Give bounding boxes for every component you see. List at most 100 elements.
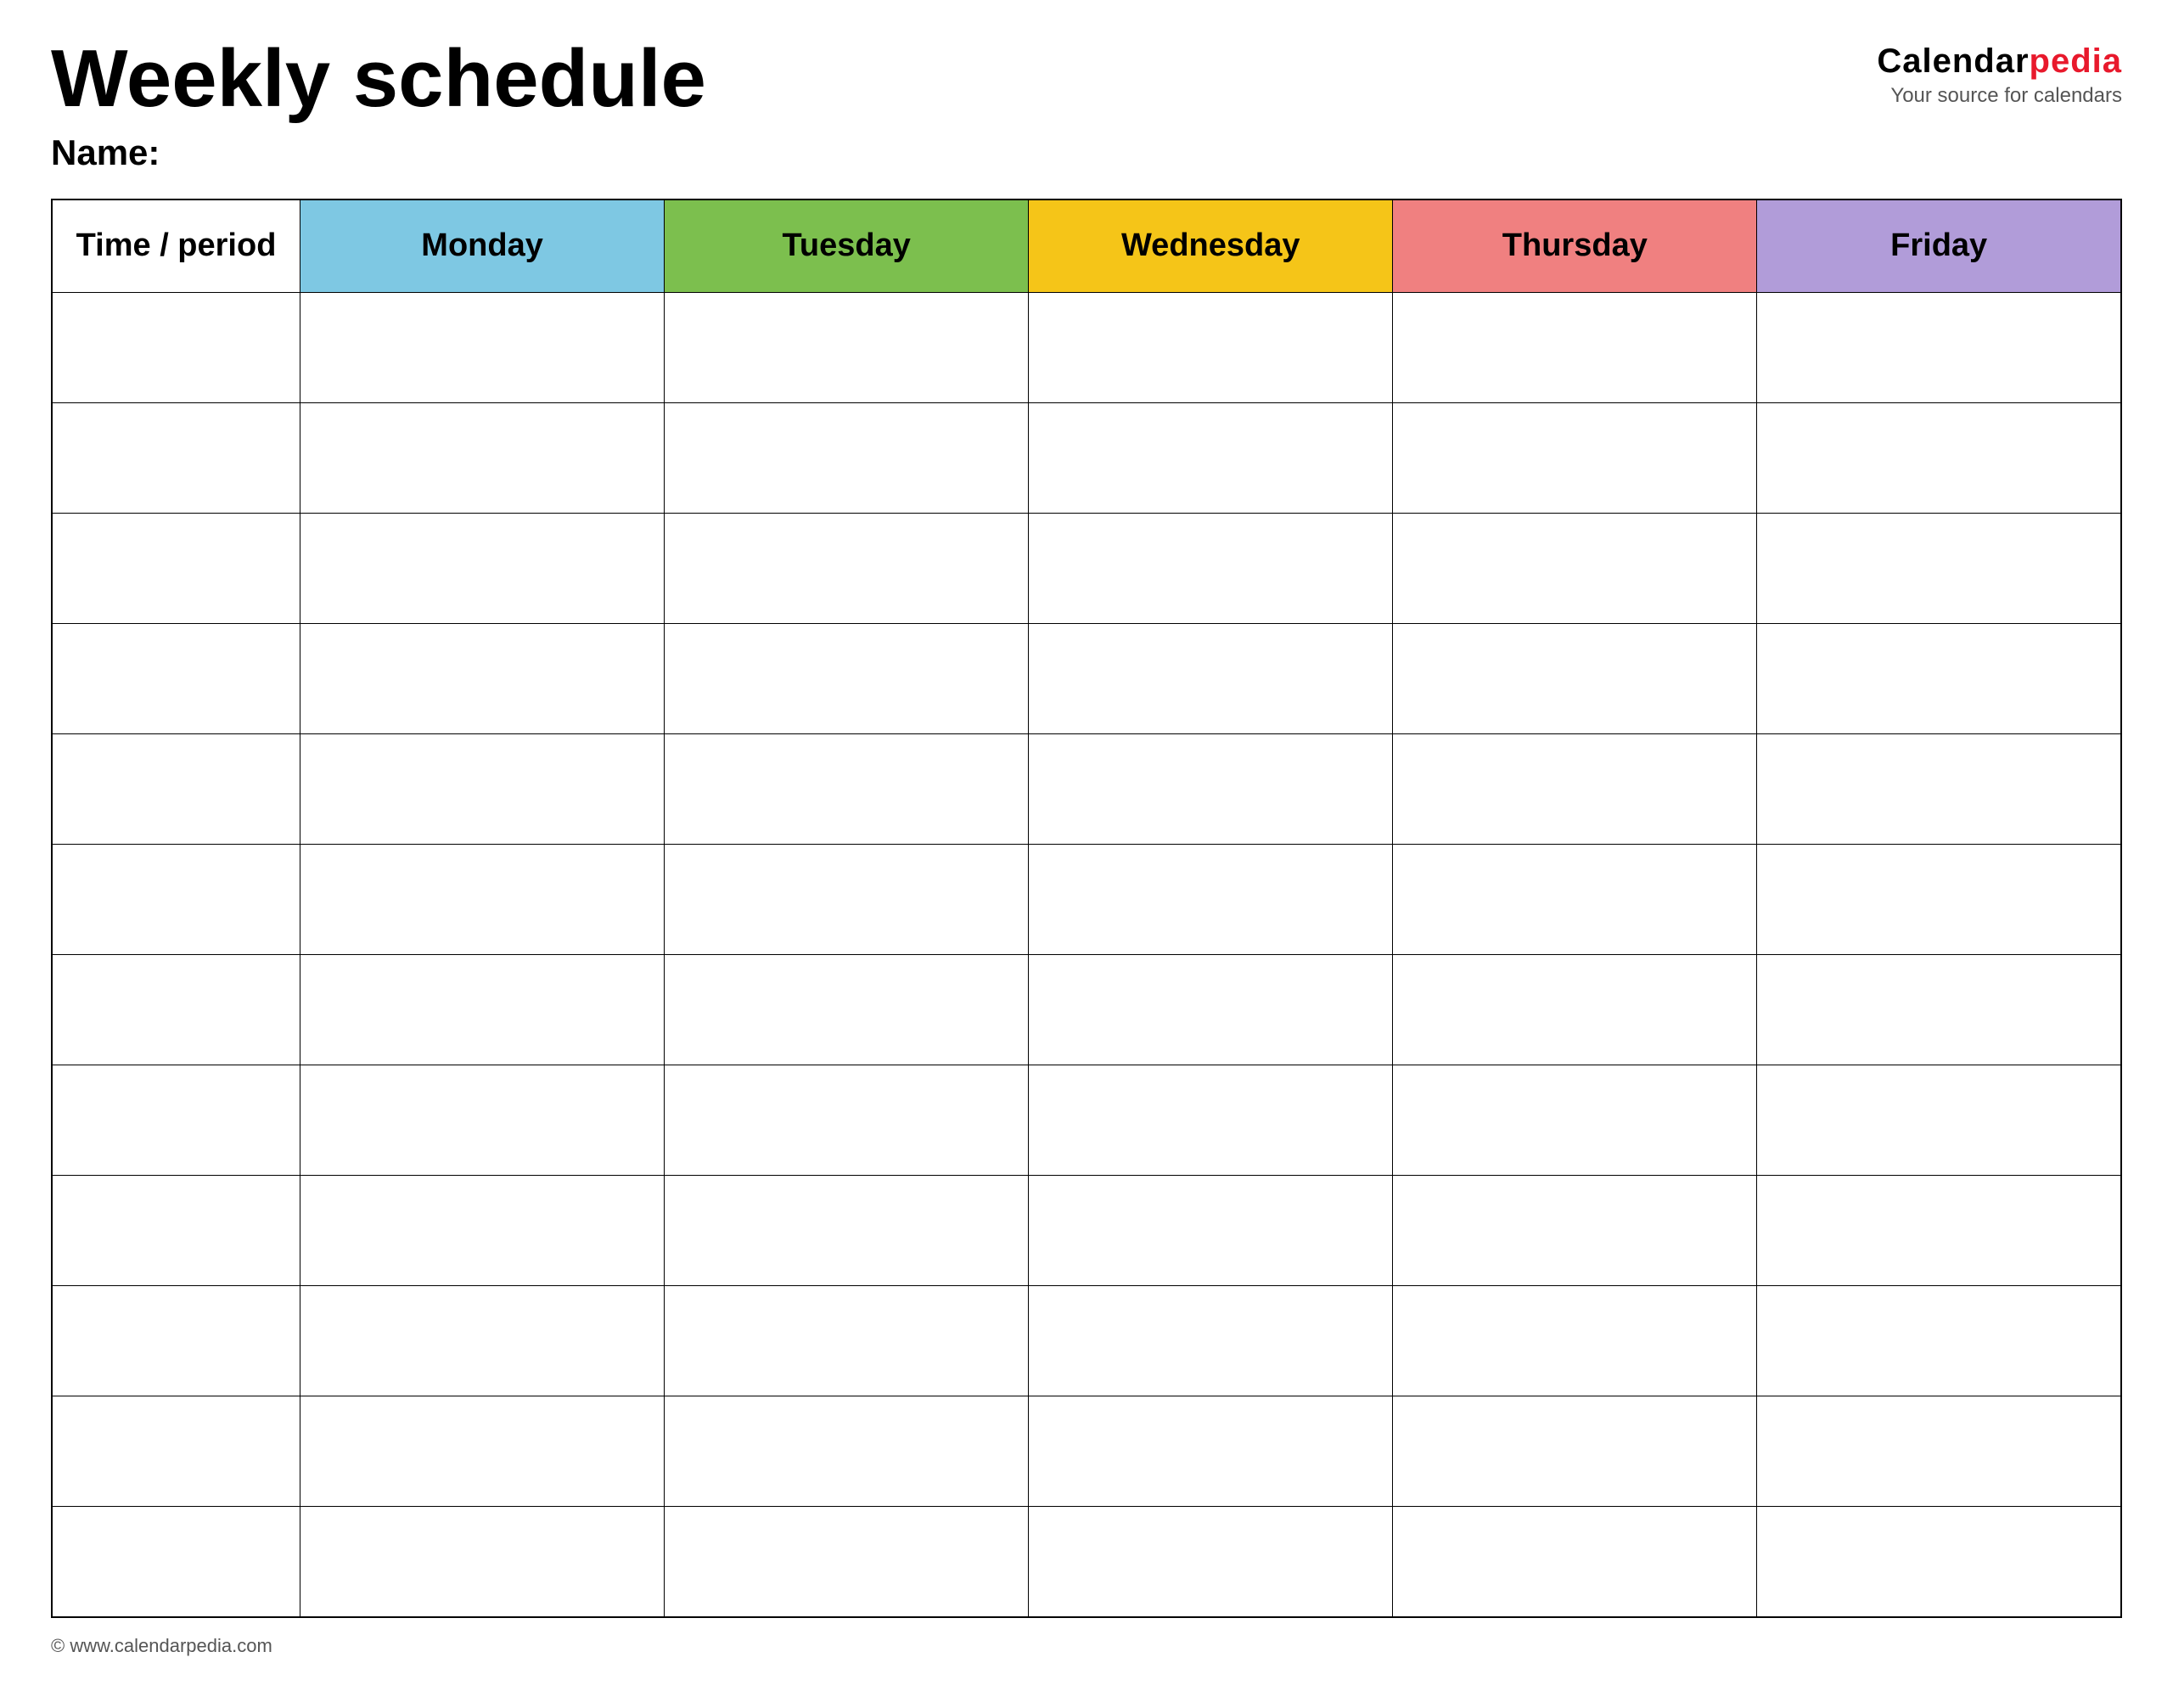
table-row [52, 1507, 2121, 1617]
schedule-cell[interactable] [1029, 1507, 1393, 1617]
time-period-cell[interactable] [52, 845, 300, 955]
schedule-cell[interactable] [300, 514, 665, 624]
time-period-cell[interactable] [52, 514, 300, 624]
schedule-cell[interactable] [300, 1286, 665, 1396]
schedule-cell[interactable] [1757, 1396, 2121, 1507]
schedule-cell[interactable] [1029, 403, 1393, 514]
schedule-cell[interactable] [1393, 514, 1757, 624]
schedule-cell[interactable] [1029, 1065, 1393, 1176]
schedule-cell[interactable] [1757, 403, 2121, 514]
schedule-cell[interactable] [1757, 845, 2121, 955]
time-period-cell[interactable] [52, 1507, 300, 1617]
time-period-cell[interactable] [52, 624, 300, 734]
schedule-cell[interactable] [1757, 734, 2121, 845]
schedule-cell[interactable] [665, 955, 1029, 1065]
table-row [52, 1286, 2121, 1396]
schedule-cell[interactable] [300, 845, 665, 955]
schedule-cell[interactable] [1757, 1507, 2121, 1617]
col-header-monday: Monday [300, 199, 665, 293]
schedule-cell[interactable] [1393, 1396, 1757, 1507]
col-header-time: Time / period [52, 199, 300, 293]
logo-section: Calendarpedia Your source for calendars [1877, 42, 2122, 108]
schedule-cell[interactable] [1029, 1286, 1393, 1396]
schedule-table: Time / period Monday Tuesday Wednesday T… [51, 199, 2122, 1618]
schedule-cell[interactable] [1393, 293, 1757, 403]
table-row [52, 293, 2121, 403]
schedule-cell[interactable] [1757, 624, 2121, 734]
schedule-cell[interactable] [300, 293, 665, 403]
logo-text: Calendarpedia [1877, 42, 2122, 81]
schedule-cell[interactable] [1393, 734, 1757, 845]
schedule-cell[interactable] [300, 1507, 665, 1617]
footer-url: © www.calendarpedia.com [51, 1635, 272, 1656]
schedule-cell[interactable] [665, 734, 1029, 845]
time-period-cell[interactable] [52, 293, 300, 403]
schedule-cell[interactable] [665, 1286, 1029, 1396]
table-row [52, 514, 2121, 624]
name-label: Name: [51, 132, 706, 173]
schedule-cell[interactable] [1029, 845, 1393, 955]
schedule-cell[interactable] [665, 514, 1029, 624]
header-area: Weekly schedule Name: Calendarpedia Your… [51, 34, 2122, 173]
col-header-wednesday: Wednesday [1029, 199, 1393, 293]
schedule-body [52, 293, 2121, 1617]
schedule-cell[interactable] [300, 1176, 665, 1286]
col-header-friday: Friday [1757, 199, 2121, 293]
schedule-cell[interactable] [1393, 845, 1757, 955]
schedule-cell[interactable] [1029, 734, 1393, 845]
time-period-cell[interactable] [52, 734, 300, 845]
schedule-cell[interactable] [1393, 1286, 1757, 1396]
time-period-cell[interactable] [52, 1286, 300, 1396]
schedule-cell[interactable] [300, 955, 665, 1065]
schedule-cell[interactable] [1393, 624, 1757, 734]
schedule-cell[interactable] [1393, 955, 1757, 1065]
schedule-cell[interactable] [665, 403, 1029, 514]
schedule-cell[interactable] [300, 734, 665, 845]
schedule-cell[interactable] [665, 1507, 1029, 1617]
table-row [52, 955, 2121, 1065]
footer-area: © www.calendarpedia.com [51, 1635, 2122, 1657]
page-container: Weekly schedule Name: Calendarpedia Your… [51, 34, 2122, 1674]
schedule-cell[interactable] [665, 624, 1029, 734]
schedule-cell[interactable] [665, 845, 1029, 955]
schedule-cell[interactable] [300, 1396, 665, 1507]
schedule-cell[interactable] [300, 1065, 665, 1176]
col-header-thursday: Thursday [1393, 199, 1757, 293]
schedule-cell[interactable] [1029, 293, 1393, 403]
table-row [52, 1065, 2121, 1176]
schedule-cell[interactable] [300, 624, 665, 734]
page-title: Weekly schedule [51, 34, 706, 124]
schedule-cell[interactable] [665, 1176, 1029, 1286]
schedule-cell[interactable] [665, 293, 1029, 403]
time-period-cell[interactable] [52, 955, 300, 1065]
logo-tagline: Your source for calendars [1890, 84, 2122, 108]
schedule-cell[interactable] [1757, 514, 2121, 624]
table-row [52, 734, 2121, 845]
logo-black-text: Calendar [1877, 42, 2029, 80]
schedule-cell[interactable] [1029, 624, 1393, 734]
time-period-cell[interactable] [52, 403, 300, 514]
time-period-cell[interactable] [52, 1396, 300, 1507]
schedule-cell[interactable] [665, 1065, 1029, 1176]
schedule-cell[interactable] [1393, 403, 1757, 514]
schedule-cell[interactable] [665, 1396, 1029, 1507]
schedule-cell[interactable] [1393, 1065, 1757, 1176]
schedule-cell[interactable] [1393, 1507, 1757, 1617]
logo-red-text: pedia [2030, 42, 2122, 80]
schedule-cell[interactable] [1757, 1176, 2121, 1286]
table-row [52, 1396, 2121, 1507]
title-section: Weekly schedule Name: [51, 34, 706, 173]
schedule-cell[interactable] [1757, 955, 2121, 1065]
schedule-cell[interactable] [1029, 955, 1393, 1065]
schedule-cell[interactable] [1029, 1396, 1393, 1507]
schedule-cell[interactable] [1029, 1176, 1393, 1286]
time-period-cell[interactable] [52, 1065, 300, 1176]
schedule-cell[interactable] [1029, 514, 1393, 624]
schedule-cell[interactable] [1393, 1176, 1757, 1286]
time-period-cell[interactable] [52, 1176, 300, 1286]
schedule-cell[interactable] [1757, 1286, 2121, 1396]
schedule-cell[interactable] [1757, 293, 2121, 403]
table-row [52, 624, 2121, 734]
schedule-cell[interactable] [1757, 1065, 2121, 1176]
schedule-cell[interactable] [300, 403, 665, 514]
